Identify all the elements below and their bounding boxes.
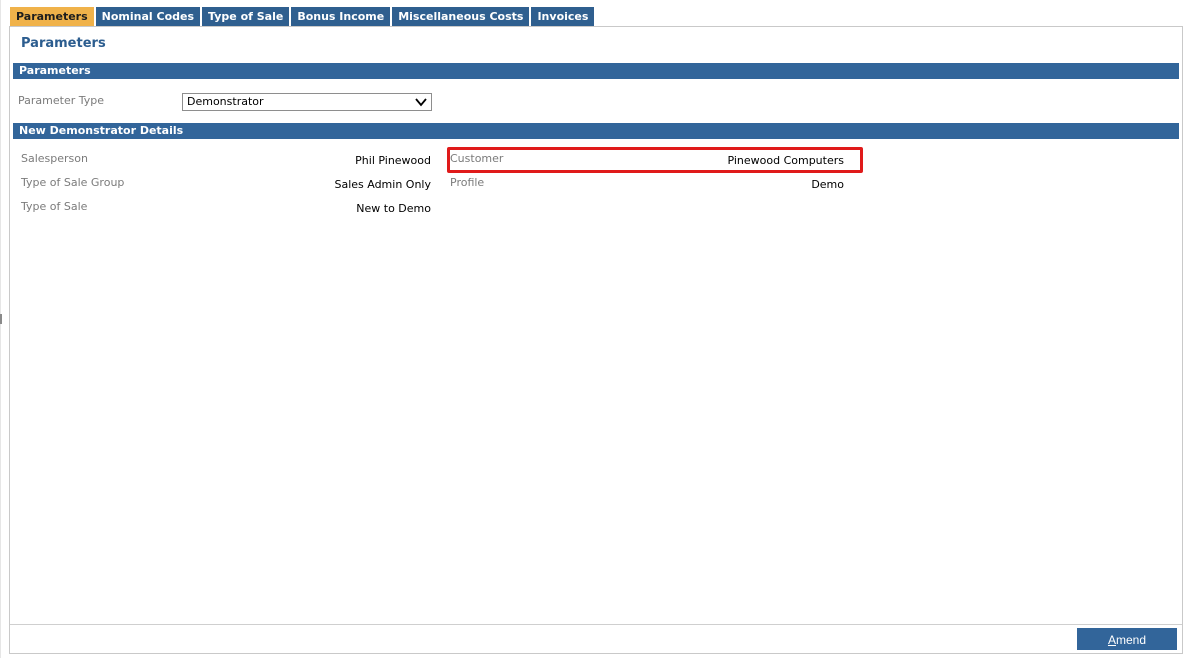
tab-nominal-codes[interactable]: Nominal Codes [95,7,201,26]
window-edge [0,0,1,658]
tab-parameters[interactable]: Parameters [10,7,94,26]
parameter-type-label: Parameter Type [18,94,104,107]
salesperson-value: Phil Pinewood [355,154,431,167]
tab-type-of-sale[interactable]: Type of Sale [202,7,290,26]
chevron-down-icon [415,98,427,107]
profile-value: Demo [811,178,844,191]
type-of-sale-group-value: Sales Admin Only [334,178,431,191]
customer-highlight-box [447,147,863,173]
type-of-sale-label: Type of Sale [21,200,88,213]
parameters-section-header: Parameters [13,63,1179,79]
type-of-sale-value: New to Demo [356,202,431,215]
content-panel: Parameters Parameters Parameter Type Dem… [9,26,1183,654]
amend-label-rest: mend [1115,633,1147,647]
parameter-type-selected-value: Demonstrator [187,95,264,108]
page-title: Parameters [21,36,106,51]
tab-bar: Parameters Nominal Codes Type of Sale Bo… [10,7,595,26]
tab-bonus-income[interactable]: Bonus Income [291,7,391,26]
tab-invoices[interactable]: Invoices [531,7,595,26]
splitter-handle[interactable] [0,314,2,324]
profile-label: Profile [450,176,485,189]
tab-miscellaneous-costs[interactable]: Miscellaneous Costs [392,7,530,26]
parameter-type-select[interactable]: Demonstrator [182,93,432,111]
details-section-header: New Demonstrator Details [13,123,1179,139]
type-of-sale-group-label: Type of Sale Group [21,176,125,189]
amend-button[interactable]: Amend [1077,628,1177,650]
footer-divider [10,624,1182,625]
amend-accesskey: A [1107,633,1116,647]
salesperson-label: Salesperson [21,152,88,165]
